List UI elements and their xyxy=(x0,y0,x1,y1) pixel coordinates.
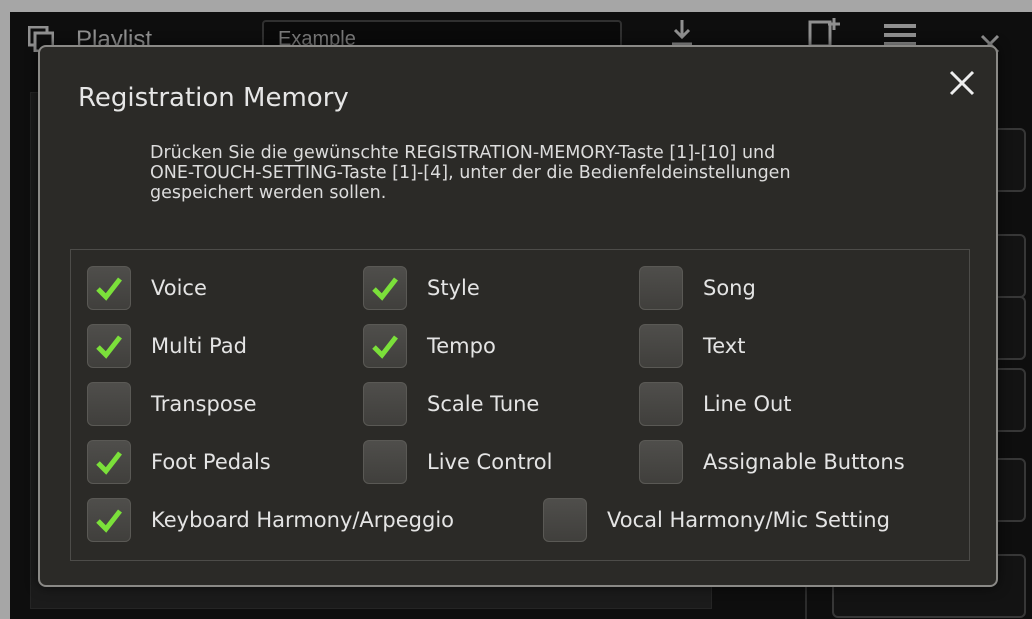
multi-pad-checkbox[interactable] xyxy=(87,324,131,368)
text-checkbox[interactable] xyxy=(639,324,683,368)
check-icon xyxy=(372,277,398,301)
assignable-buttons-label: Assignable Buttons xyxy=(703,450,905,474)
option-assignable-buttons[interactable]: Assignable Buttons xyxy=(639,440,905,484)
option-text[interactable]: Text xyxy=(639,324,745,368)
registration-memory-dialog: Registration Memory Drücken Sie die gewü… xyxy=(38,45,998,587)
instruction-text: Drücken Sie die gewünschte REGISTRATION-… xyxy=(150,143,791,203)
close-button[interactable] xyxy=(940,61,984,105)
style-checkbox[interactable] xyxy=(363,266,407,310)
line-out-label: Line Out xyxy=(703,392,792,416)
vocal-harmony-mic-setting-checkbox[interactable] xyxy=(543,498,587,542)
option-style[interactable]: Style xyxy=(363,266,480,310)
option-song[interactable]: Song xyxy=(639,266,756,310)
option-vocal-harmony-mic-setting[interactable]: Vocal Harmony/Mic Setting xyxy=(543,498,890,542)
check-icon xyxy=(96,335,122,359)
live-control-checkbox[interactable] xyxy=(363,440,407,484)
multi-pad-label: Multi Pad xyxy=(151,334,247,358)
option-foot-pedals[interactable]: Foot Pedals xyxy=(87,440,271,484)
option-scale-tune[interactable]: Scale Tune xyxy=(363,382,539,426)
check-icon xyxy=(96,509,122,533)
options-panel: Voice Style Song Multi Pad Tempo Text Tr… xyxy=(70,249,970,561)
tempo-label: Tempo xyxy=(427,334,496,358)
check-icon xyxy=(372,335,398,359)
song-checkbox[interactable] xyxy=(639,266,683,310)
song-label: Song xyxy=(703,276,756,300)
foot-pedals-checkbox[interactable] xyxy=(87,440,131,484)
transpose-label: Transpose xyxy=(151,392,257,416)
keyboard-harmony-arpeggio-label: Keyboard Harmony/Arpeggio xyxy=(151,508,455,532)
option-multi-pad[interactable]: Multi Pad xyxy=(87,324,247,368)
dialog-title: Registration Memory xyxy=(78,83,349,113)
option-live-control[interactable]: Live Control xyxy=(363,440,552,484)
check-icon xyxy=(96,451,122,475)
voice-checkbox[interactable] xyxy=(87,266,131,310)
assignable-buttons-checkbox[interactable] xyxy=(639,440,683,484)
tempo-checkbox[interactable] xyxy=(363,324,407,368)
foot-pedals-label: Foot Pedals xyxy=(151,450,271,474)
option-line-out[interactable]: Line Out xyxy=(639,382,792,426)
live-control-label: Live Control xyxy=(427,450,553,474)
option-voice[interactable]: Voice xyxy=(87,266,207,310)
text-label: Text xyxy=(703,334,746,358)
style-label: Style xyxy=(427,276,480,300)
scale-tune-label: Scale Tune xyxy=(427,392,540,416)
vocal-harmony-mic-setting-label: Vocal Harmony/Mic Setting xyxy=(607,508,890,532)
close-icon xyxy=(949,70,975,96)
line-out-checkbox[interactable] xyxy=(639,382,683,426)
voice-label: Voice xyxy=(151,276,207,300)
keyboard-harmony-arpeggio-checkbox[interactable] xyxy=(87,498,131,542)
scale-tune-checkbox[interactable] xyxy=(363,382,407,426)
check-icon xyxy=(96,277,122,301)
transpose-checkbox[interactable] xyxy=(87,382,131,426)
option-transpose[interactable]: Transpose xyxy=(87,382,257,426)
option-tempo[interactable]: Tempo xyxy=(363,324,496,368)
option-keyboard-harmony-arpeggio[interactable]: Keyboard Harmony/Arpeggio xyxy=(87,498,454,542)
